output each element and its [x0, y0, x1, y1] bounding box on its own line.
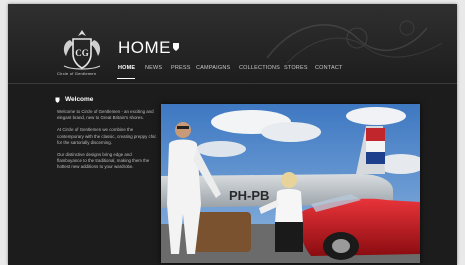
svg-text:CG: CG: [75, 48, 89, 58]
shield-icon: [55, 97, 60, 103]
nav-item-stores[interactable]: STORES: [284, 65, 308, 71]
logo-caption: Circle of Gentlemen: [57, 71, 97, 76]
hero-photo: PH-PB: [161, 104, 420, 263]
page-title: HOME: [118, 38, 171, 57]
nav-item-press[interactable]: PRESS: [171, 65, 191, 71]
nav-active-underline: [117, 78, 135, 79]
hero-image: PH-PB: [161, 104, 420, 263]
welcome-sidebar: Welcome Welcome to Circle of Gentlemen -…: [55, 96, 165, 171]
nav-item-campaigns[interactable]: CAMPAIGNS: [196, 65, 230, 71]
page-frame: CG Circle of Gentlemen HOME HOME NEWS PR…: [8, 4, 457, 265]
nav-item-home[interactable]: HOME: [118, 65, 135, 71]
header: CG Circle of Gentlemen HOME HOME NEWS PR…: [8, 4, 457, 82]
welcome-paragraph: Welcome to Circle of Gentlemen - an exci…: [57, 109, 154, 121]
plane-registration: PH-PB: [229, 188, 269, 203]
ornament-swirl: [266, 20, 443, 64]
nav-item-collections[interactable]: COLLECTIONS: [239, 65, 280, 71]
welcome-paragraph: Our distinctive designs bring edge and f…: [57, 152, 150, 170]
welcome-paragraph: At Circle of Gentlemen we combine the co…: [57, 127, 157, 145]
welcome-heading: Welcome: [65, 96, 94, 103]
nav-item-news[interactable]: NEWS: [145, 65, 162, 71]
nav-item-contact[interactable]: CONTACT: [315, 65, 343, 71]
header-divider: [8, 83, 457, 84]
shield-icon: [173, 43, 179, 51]
